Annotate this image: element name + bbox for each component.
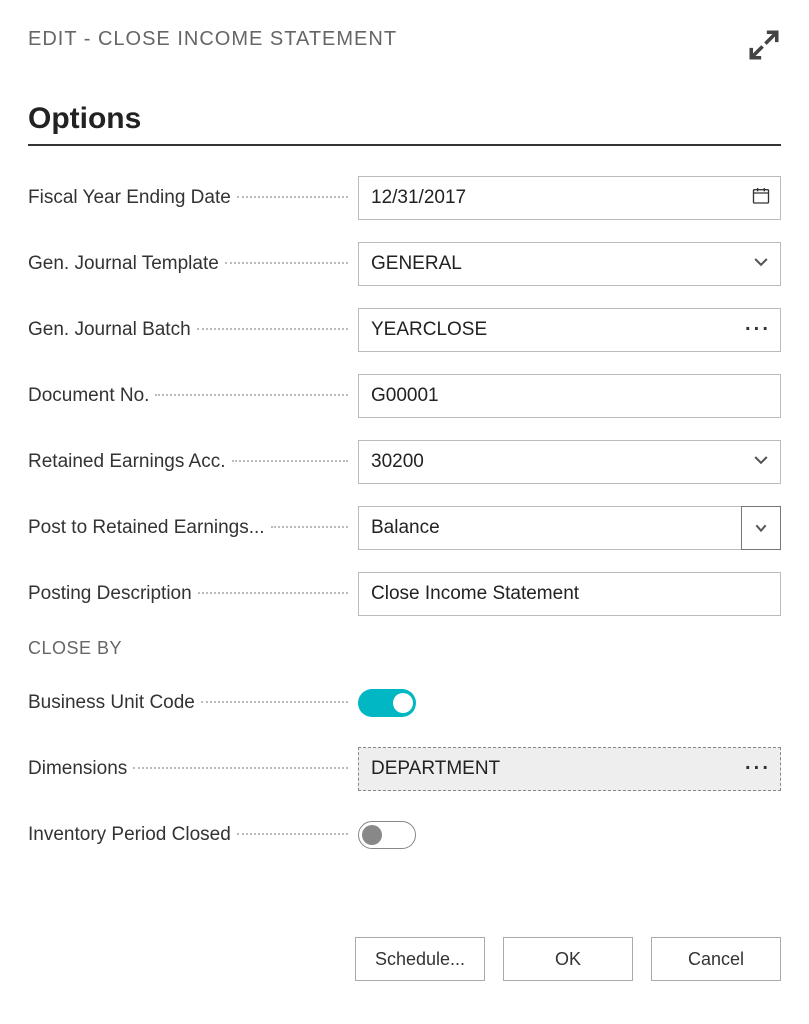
row-business-unit-code: Business Unit Code — [28, 681, 781, 725]
dimensions-input[interactable]: DEPARTMENT — [358, 747, 781, 791]
row-document-no: Document No. — [28, 374, 781, 418]
label-document-no: Document No. — [28, 385, 358, 407]
label-posting-description: Posting Description — [28, 583, 358, 605]
schedule-button[interactable]: Schedule... — [355, 937, 485, 981]
row-gen-journal-batch: Gen. Journal Batch ··· — [28, 308, 781, 352]
row-dimensions: Dimensions DEPARTMENT ··· — [28, 747, 781, 791]
gen-journal-template-input[interactable] — [358, 242, 781, 286]
close-by-group-label: CLOSE BY — [28, 638, 781, 659]
label-fiscal-year-ending-date: Fiscal Year Ending Date — [28, 187, 358, 209]
label-retained-earnings-acc: Retained Earnings Acc. — [28, 451, 358, 473]
post-to-retained-earnings-select[interactable] — [358, 506, 781, 550]
label-dimensions: Dimensions — [28, 758, 358, 780]
inventory-period-closed-toggle[interactable] — [358, 821, 416, 849]
document-no-input[interactable] — [358, 374, 781, 418]
label-gen-journal-template: Gen. Journal Template — [28, 253, 358, 275]
row-posting-description: Posting Description — [28, 572, 781, 616]
dialog-footer: Schedule... OK Cancel — [28, 937, 781, 1011]
label-post-to-retained-earnings: Post to Retained Earnings... — [28, 517, 358, 539]
gen-journal-batch-input[interactable] — [358, 308, 781, 352]
cancel-button[interactable]: Cancel — [651, 937, 781, 981]
row-inventory-period-closed: Inventory Period Closed — [28, 813, 781, 857]
retained-earnings-acc-input[interactable] — [358, 440, 781, 484]
expand-icon[interactable] — [747, 28, 781, 62]
page-title: EDIT - CLOSE INCOME STATEMENT — [28, 28, 397, 51]
options-heading: Options — [28, 102, 781, 136]
section-divider — [28, 144, 781, 146]
posting-description-input[interactable] — [358, 572, 781, 616]
row-post-to-retained-earnings: Post to Retained Earnings... — [28, 506, 781, 550]
business-unit-code-toggle[interactable] — [358, 689, 416, 717]
label-gen-journal-batch: Gen. Journal Batch — [28, 319, 358, 341]
ok-button[interactable]: OK — [503, 937, 633, 981]
row-retained-earnings-acc: Retained Earnings Acc. — [28, 440, 781, 484]
row-fiscal-year-ending-date: Fiscal Year Ending Date — [28, 176, 781, 220]
fiscal-year-ending-date-input[interactable] — [358, 176, 781, 220]
label-inventory-period-closed: Inventory Period Closed — [28, 824, 358, 846]
label-business-unit-code: Business Unit Code — [28, 692, 358, 714]
dimensions-value: DEPARTMENT — [371, 758, 500, 780]
row-gen-journal-template: Gen. Journal Template — [28, 242, 781, 286]
